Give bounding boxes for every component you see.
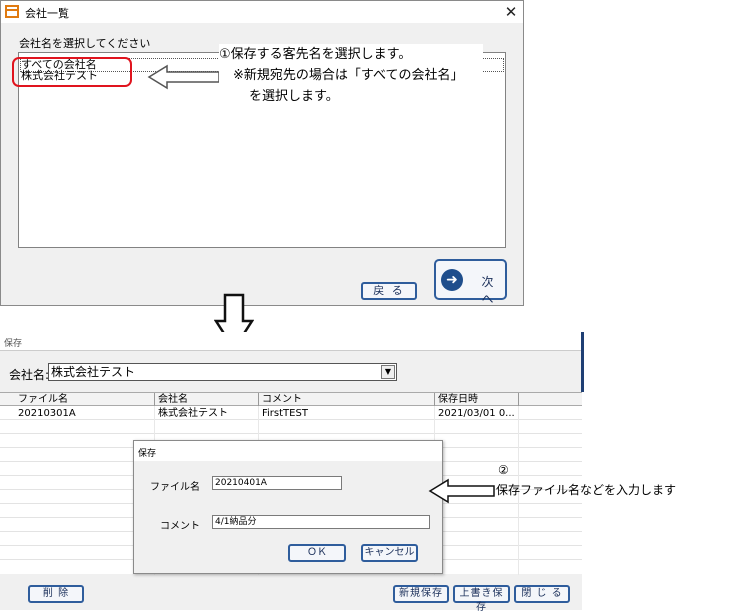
callout-line: ※新規宛先の場合は「すべての会社名」 (233, 68, 464, 83)
window-title: 保存 (4, 339, 23, 349)
comment-input[interactable]: 4/1納品分 (212, 515, 430, 529)
company-value: 株式会社テスト (51, 365, 136, 379)
next-button[interactable]: ➜ 次 へ (434, 259, 507, 306)
cell-comment: FirstTEST (262, 408, 308, 419)
close-icon[interactable]: ✕ (501, 2, 521, 22)
window-title: 会社一覧 (25, 7, 69, 20)
delete-button[interactable]: 削 除 (28, 585, 84, 603)
chevron-down-icon[interactable]: ▼ (381, 365, 395, 379)
arrow-left-icon (147, 64, 220, 90)
company-dropdown[interactable]: 株式会社テスト ▼ (48, 363, 397, 381)
title-bar: 会社一覧 ✕ (1, 1, 523, 23)
column-header[interactable]: ファイル名 (18, 393, 68, 406)
column-header[interactable]: コメント (262, 393, 302, 406)
arrow-left-icon (428, 478, 495, 504)
new-save-button[interactable]: 新規保存 (393, 585, 449, 603)
callout-text: 保存ファイル名などを入力します (496, 483, 677, 497)
cell-date: 2021/03/01 0... (438, 408, 515, 419)
callout-line: を選択します。 (249, 89, 339, 104)
back-button[interactable]: 戻 る (361, 282, 417, 300)
table-row[interactable]: 20210301A 株式会社テスト FirstTEST 2021/03/01 0… (0, 407, 582, 420)
table-row (0, 421, 582, 434)
arrow-right-icon: ➜ (441, 269, 463, 291)
close-button[interactable]: 閉 じ る (514, 585, 570, 603)
cell-filename: 20210301A (18, 408, 76, 419)
cancel-button[interactable]: キャンセル (361, 544, 418, 562)
company-label: 会社名: (9, 368, 50, 382)
ok-button[interactable]: ＯＫ (288, 544, 346, 562)
select-prompt: 会社名を選択してください (19, 37, 151, 50)
cell-company: 株式会社テスト (158, 408, 228, 419)
save-dialog: 保存 ファイル名 20210401A コメント 4/1納品分 ＯＫ キャンセル (133, 440, 443, 574)
instruction-callout-2: ② 保存ファイル名などを入力します (496, 460, 676, 500)
window-edge (581, 332, 584, 392)
column-header[interactable]: 会社名 (158, 393, 188, 406)
filename-input[interactable]: 20210401A (212, 476, 342, 490)
instruction-callout-1: ①保存する客先名を選択します。 ※新規宛先の場合は「すべての会社名」 を選択しま… (219, 44, 483, 122)
filename-label: ファイル名 (150, 482, 200, 493)
comment-label: コメント (160, 521, 200, 532)
column-header[interactable]: 保存日時 (438, 393, 478, 406)
dialog-title: 保存 (134, 441, 442, 461)
window-icon (5, 5, 19, 18)
selection-highlight (12, 57, 132, 87)
callout-line: ①保存する客先名を選択します。 (219, 47, 412, 62)
next-button-label: 次 へ (481, 275, 496, 306)
overwrite-save-button[interactable]: 上書き保存 (453, 585, 510, 613)
callout-number: ② (498, 463, 509, 477)
table-header: ファイル名 会社名 コメント 保存日時 (0, 393, 582, 406)
